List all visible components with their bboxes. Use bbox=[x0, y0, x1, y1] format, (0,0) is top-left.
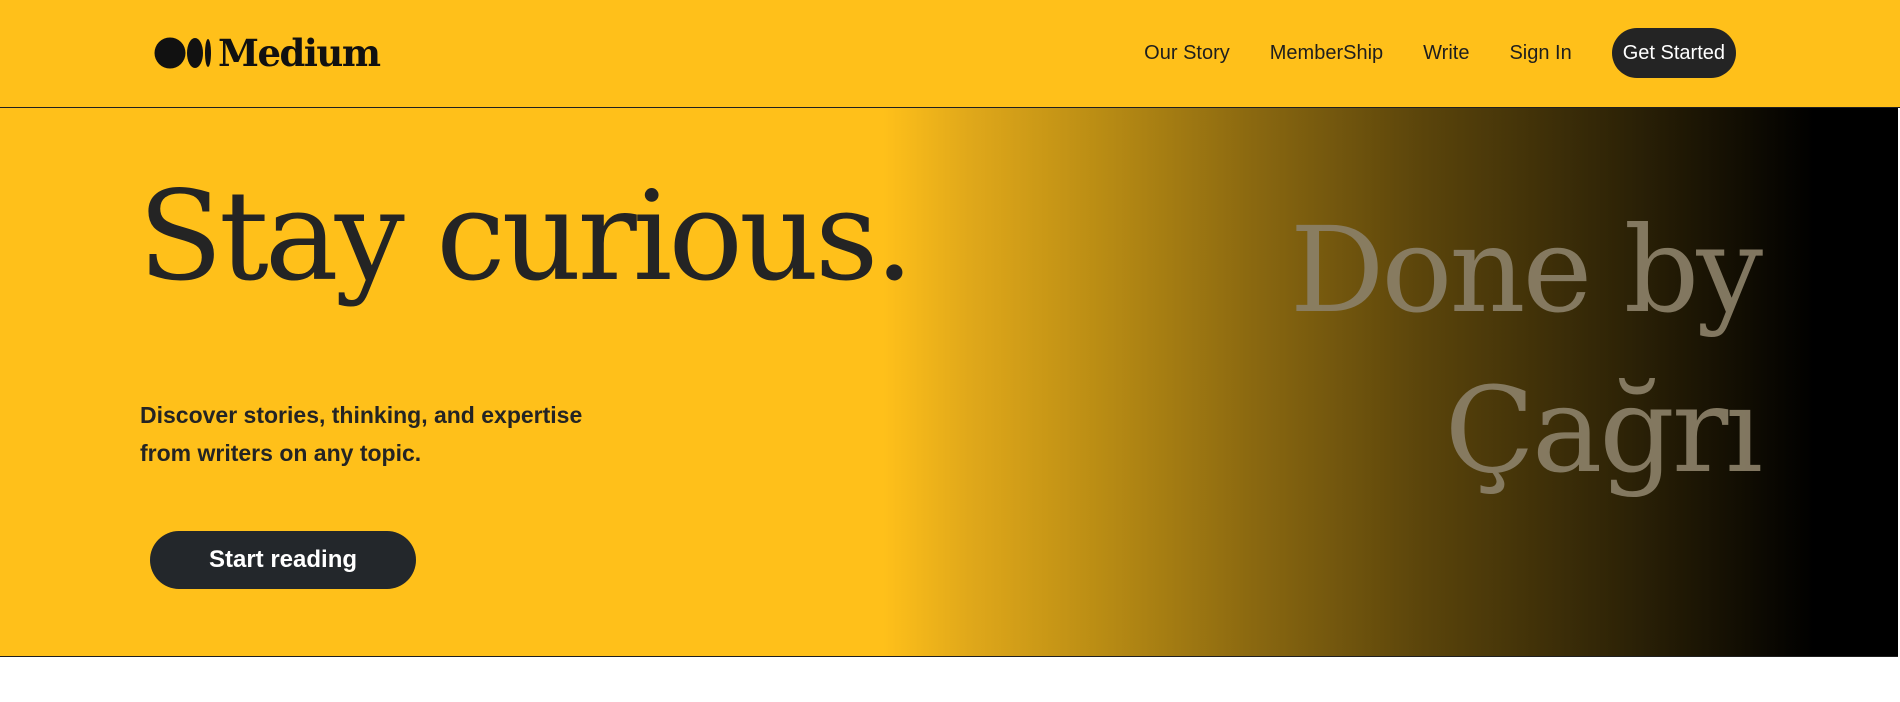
overlay-line-1: Done by bbox=[1289, 201, 1763, 339]
nav-our-story[interactable]: Our Story bbox=[1144, 42, 1230, 65]
nav-sign-in[interactable]: Sign In bbox=[1509, 42, 1571, 65]
hero-subhead: Discover stories, thinking, and expertis… bbox=[140, 402, 583, 466]
author-credit-overlay: Done by Çağrı bbox=[1289, 190, 1763, 510]
get-started-button[interactable]: Get Started bbox=[1611, 28, 1736, 78]
nav-membership[interactable]: MemberShip bbox=[1270, 42, 1383, 65]
nav-write[interactable]: Write bbox=[1423, 42, 1469, 65]
top-navigation-bar: Medium Our Story MemberShip Write Sign I… bbox=[0, 0, 1900, 108]
overlay-line-2: Çağrı bbox=[1444, 361, 1763, 499]
start-reading-button[interactable]: Start reading bbox=[150, 531, 416, 589]
main-nav: Our Story MemberShip Write Sign In Get S… bbox=[1144, 28, 1736, 78]
medium-logo-icon bbox=[154, 37, 212, 69]
medium-logo[interactable]: Medium bbox=[154, 30, 381, 75]
hero-headline: Stay curious. bbox=[138, 165, 914, 309]
logo-wordmark: Medium bbox=[218, 30, 381, 75]
